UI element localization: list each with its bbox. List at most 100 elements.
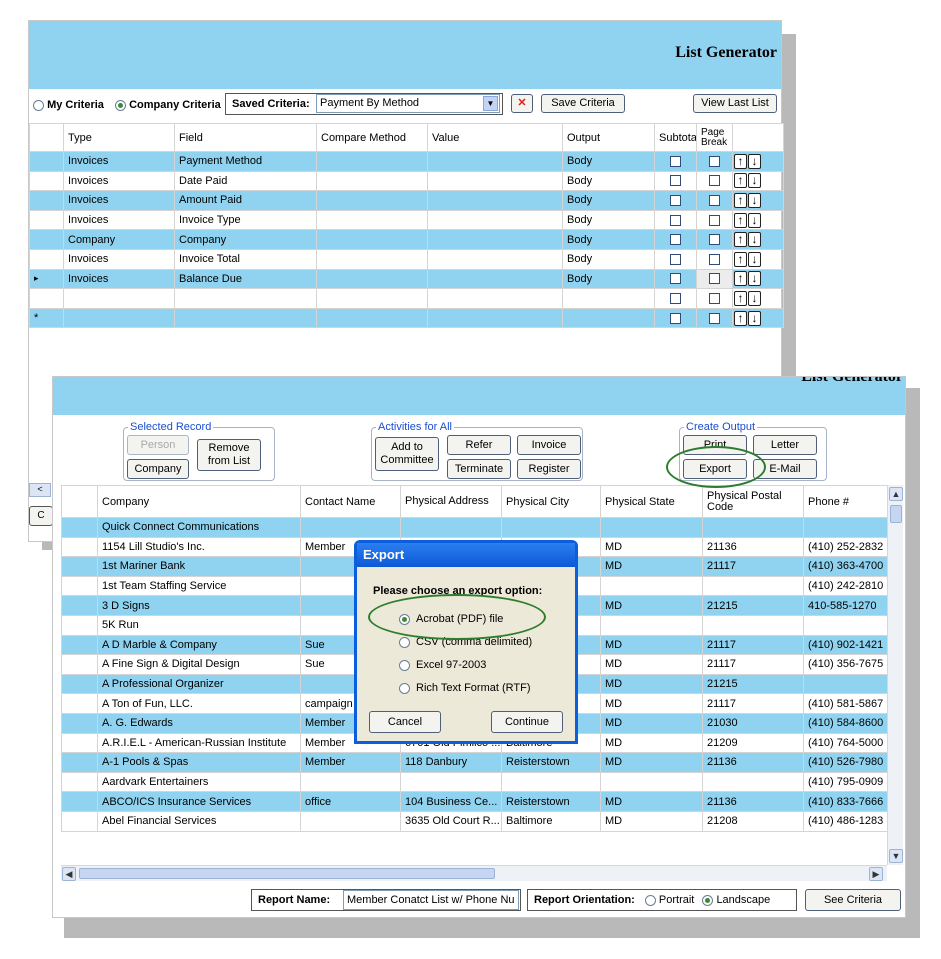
cell-zip[interactable]: 21117 [702, 654, 804, 675]
table-row[interactable]: Aardvark Entertainers (410) 795-0909 [61, 771, 887, 793]
scroll-down-icon[interactable]: ▼ [889, 849, 903, 863]
cell-state[interactable]: MD [600, 752, 703, 773]
cell-phone[interactable]: (410) 356-7675 [803, 654, 887, 675]
horizontal-scrollbar[interactable]: ◀ ▶ [61, 865, 887, 881]
page-break-checkbox[interactable] [709, 293, 720, 305]
subtotal-checkbox[interactable] [670, 195, 681, 207]
cell-state[interactable]: MD [600, 712, 703, 734]
cell-phone[interactable]: (410) 795-0909 [803, 771, 887, 793]
row-selector[interactable] [61, 634, 98, 656]
scroll-thumb[interactable] [890, 505, 902, 523]
cell-address[interactable]: 104 Business Ce... [400, 791, 502, 812]
add-to-committee-button[interactable]: Add to Committee [375, 437, 439, 471]
cell-city[interactable]: Baltimore [501, 810, 601, 832]
page-break-checkbox[interactable] [709, 273, 720, 285]
scroll-right-icon[interactable]: ▶ [869, 867, 883, 881]
subtotal-checkbox[interactable] [670, 293, 681, 305]
scroll-up-icon[interactable]: ▲ [889, 487, 903, 501]
arrow-up-icon[interactable]: ↑ [734, 251, 747, 267]
cell-zip[interactable]: 21030 [702, 712, 804, 734]
cell-state[interactable]: MD [600, 634, 703, 656]
horizontal-scroll-thumb[interactable] [79, 868, 495, 879]
landscape-radio[interactable]: Landscape [702, 894, 770, 906]
cell-contact[interactable] [300, 771, 401, 793]
delete-criteria-button[interactable]: ✕ [511, 94, 533, 113]
cell-state[interactable]: MD [600, 673, 703, 695]
row-selector[interactable] [61, 752, 98, 773]
company-criteria-radio[interactable]: Company Criteria [115, 99, 221, 111]
row-selector[interactable] [61, 614, 98, 636]
cell-phone[interactable] [803, 517, 887, 538]
cell-zip[interactable]: 21117 [702, 556, 804, 577]
row-selector[interactable] [61, 693, 98, 714]
arrow-down-icon[interactable]: ↓ [748, 173, 761, 189]
cancel-button[interactable]: Cancel [369, 711, 441, 733]
scroll-left-icon[interactable]: ◀ [62, 867, 76, 881]
column-header[interactable]: Contact Name [300, 485, 401, 518]
subtotal-checkbox[interactable] [670, 253, 681, 265]
cell-phone[interactable]: (410) 833-7666 [803, 791, 887, 812]
cell-state[interactable] [600, 614, 703, 636]
arrow-down-icon[interactable]: ↓ [748, 290, 761, 306]
table-row[interactable]: Invoices Invoice Total Body ↑ ↓ [29, 248, 784, 270]
cell-zip[interactable] [702, 771, 804, 793]
column-header[interactable]: Physical State [600, 485, 703, 518]
cell-contact[interactable]: Member [300, 752, 401, 773]
new-row[interactable]: * ↑ ↓ [29, 307, 784, 329]
cell-zip[interactable] [702, 614, 804, 636]
cell-contact[interactable]: office [300, 791, 401, 812]
cell-zip[interactable] [702, 575, 804, 597]
cell-state[interactable]: MD [600, 810, 703, 832]
arrow-up-icon[interactable]: ↑ [734, 290, 747, 306]
cell-city[interactable]: Reisterstown [501, 752, 601, 773]
chevron-down-icon[interactable]: ▼ [483, 96, 498, 111]
register-button[interactable]: Register [517, 459, 581, 479]
my-criteria-radio[interactable]: My Criteria [33, 99, 104, 111]
arrow-up-icon[interactable]: ↑ [734, 173, 747, 189]
see-criteria-button[interactable]: See Criteria [805, 889, 901, 911]
cell-company[interactable]: A D Marble & Company [97, 634, 301, 656]
scroll-left-button[interactable]: < [29, 483, 51, 497]
table-row[interactable]: Abel Financial Services 3635 Old Court R.… [61, 810, 887, 832]
export-option-rtf[interactable]: Rich Text Format (RTF) [399, 682, 531, 694]
subtotal-checkbox[interactable] [670, 155, 681, 167]
subtotal-checkbox[interactable] [670, 214, 681, 226]
cell-zip[interactable]: 21215 [702, 595, 804, 616]
table-row[interactable]: Invoices Amount Paid Body ↑ ↓ [29, 190, 784, 211]
cell-company[interactable]: A-1 Pools & Spas [97, 752, 301, 773]
cell-address[interactable] [400, 771, 502, 793]
cell-phone[interactable]: (410) 581-5867 [803, 693, 887, 714]
row-selector[interactable] [61, 536, 98, 558]
cell-zip[interactable] [702, 517, 804, 538]
cell-zip[interactable]: 21215 [702, 673, 804, 695]
cell-company[interactable]: A Fine Sign & Digital Design [97, 654, 301, 675]
save-criteria-button[interactable]: Save Criteria [541, 94, 625, 113]
continue-button[interactable]: Continue [491, 711, 563, 733]
arrow-down-icon[interactable]: ↓ [748, 251, 761, 267]
arrow-down-icon[interactable]: ↓ [748, 232, 761, 248]
cell-company[interactable]: A Professional Organizer [97, 673, 301, 695]
arrow-down-icon[interactable]: ↓ [748, 153, 761, 169]
cell-company[interactable]: A. G. Edwards [97, 712, 301, 734]
table-row[interactable]: Company Company Body ↑ ↓ [29, 229, 784, 250]
cell-phone[interactable]: (410) 764-5000 [803, 732, 887, 754]
cell-state[interactable]: MD [600, 732, 703, 754]
row-selector[interactable] [61, 791, 98, 812]
page-break-checkbox[interactable] [709, 195, 720, 207]
row-selector[interactable] [61, 712, 98, 734]
table-row[interactable]: ↑ ↓ [29, 288, 784, 309]
column-header[interactable]: Company [97, 485, 301, 518]
page-break-checkbox[interactable] [709, 155, 720, 167]
refer-button[interactable]: Refer [447, 435, 511, 455]
cell-zip[interactable]: 21136 [702, 791, 804, 812]
cell-company[interactable]: A.R.I.E.L - American-Russian Institute [97, 732, 301, 754]
row-selector[interactable] [61, 595, 98, 616]
column-header[interactable]: Physical Postal Code [702, 485, 804, 518]
cell-state[interactable] [600, 771, 703, 793]
cell-company[interactable]: A Ton of Fun, LLC. [97, 693, 301, 714]
cell-phone[interactable]: (410) 584-8600 [803, 712, 887, 734]
cell-company[interactable]: 3 D Signs [97, 595, 301, 616]
vertical-scrollbar[interactable]: ▲ ▼ [887, 485, 903, 865]
cell-company[interactable]: 1st Team Staffing Service [97, 575, 301, 597]
cell-company[interactable]: ABCO/ICS Insurance Services [97, 791, 301, 812]
